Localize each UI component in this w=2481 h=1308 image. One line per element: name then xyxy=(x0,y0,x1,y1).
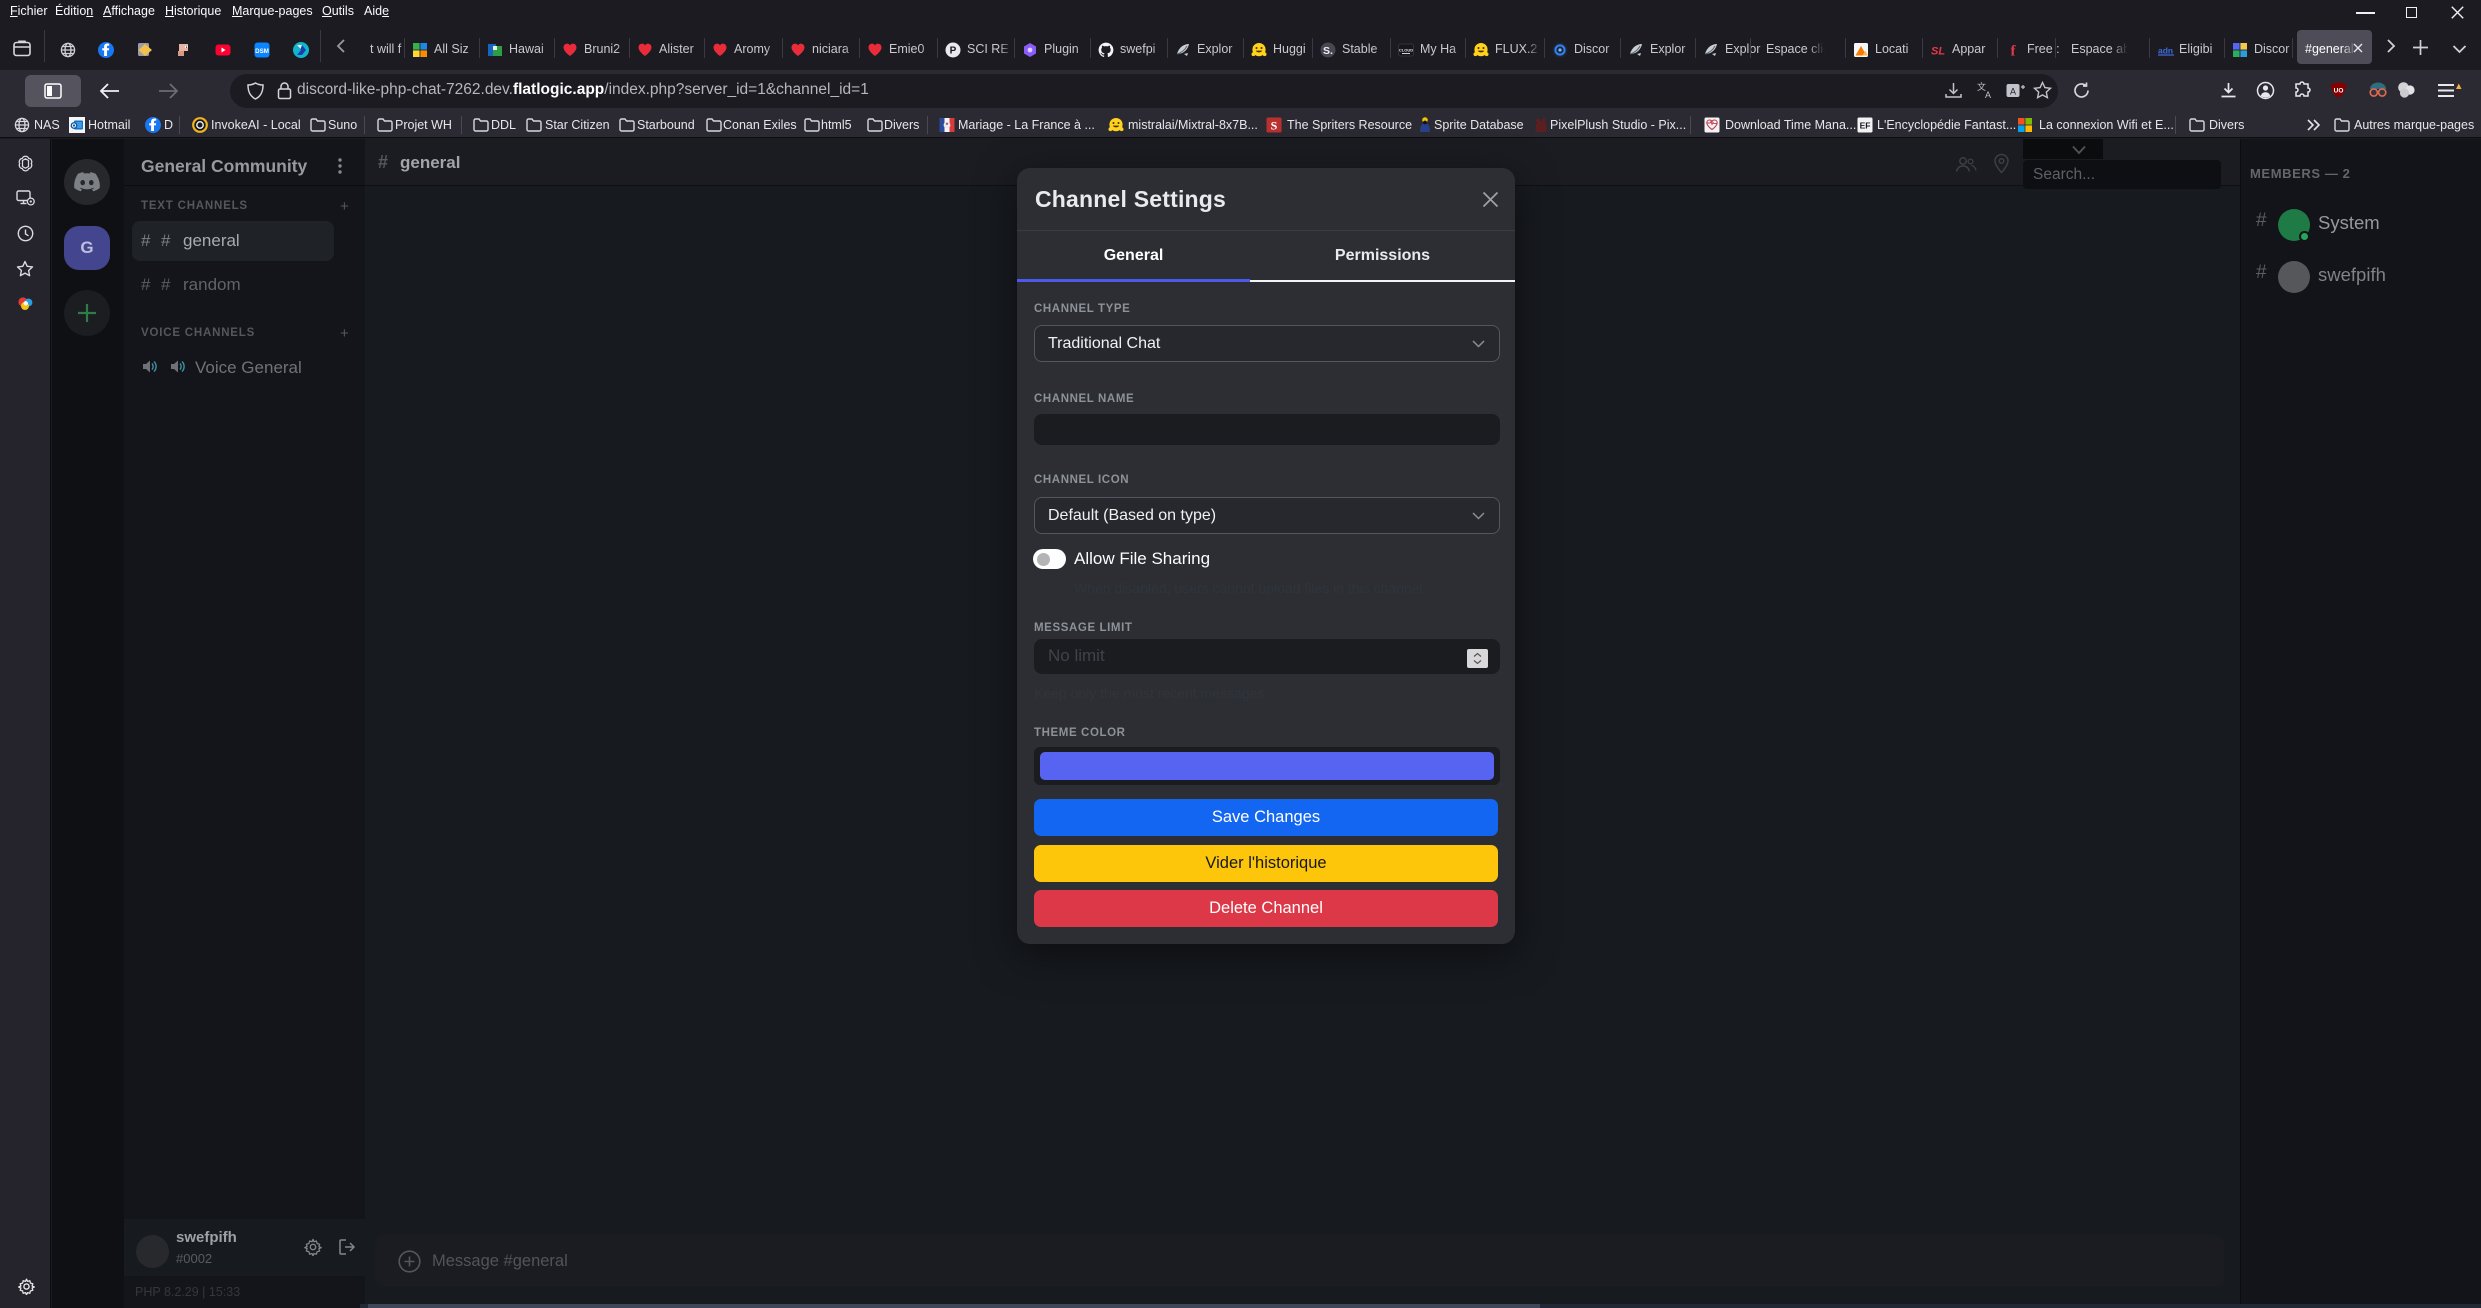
svg-text:adn: adn xyxy=(2158,46,2173,56)
svg-text:S: S xyxy=(1271,119,1278,133)
svg-text:A: A xyxy=(2010,87,2016,97)
svg-text:SL: SL xyxy=(1931,46,1945,58)
svg-text:A: A xyxy=(1985,90,1991,100)
svg-text:CLOUD: CLOUD xyxy=(1399,47,1413,52)
svg-text:P: P xyxy=(950,46,957,57)
svg-text:DSM: DSM xyxy=(255,48,269,55)
svg-text:f: f xyxy=(2011,44,2017,59)
svg-text:S.: S. xyxy=(1323,45,1333,57)
svg-text:UO: UO xyxy=(2334,88,2344,95)
svg-text:EF: EF xyxy=(1860,121,1871,131)
